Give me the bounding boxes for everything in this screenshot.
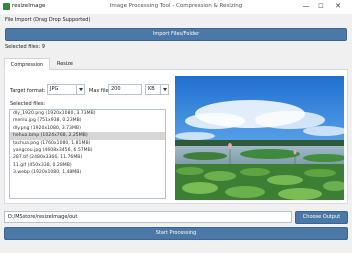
size-unit-select[interactable]: KB [145,84,169,95]
list-item[interactable]: dly_1920.png (1920x1080, 3.73MB) [10,110,165,117]
close-button[interactable]: ✕ [332,1,344,12]
chevron-down-icon [160,85,168,94]
lotus-pond-image [175,76,344,200]
tab-resize[interactable]: Resize [50,58,80,70]
list-item[interactable]: dly.png (1920x1080, 3.73MB) [10,125,165,132]
selected-files-count: Selected files: 9 [5,44,45,50]
tab-bar: Compression Resize [4,58,348,70]
title-bar: resizeImage Image Processing Tool - Comp… [0,0,352,14]
maximize-button[interactable]: ☐ [315,1,327,12]
list-item[interactable]: yangcou.jpg (4608x3456, 6.57MB) [10,147,165,154]
file-list[interactable]: dly_1920.png (1920x1080, 3.73MB) menlu.j… [9,109,166,199]
chevron-down-icon [76,85,84,94]
minimize-button[interactable]: — [300,1,312,12]
list-item[interactable]: 287.tif (2480x3366, 11.76MB) [10,154,165,161]
file-import-label: File Import (Drag Drop Supported) [5,17,91,23]
size-unit-value: KB [148,86,155,92]
image-preview [175,76,344,200]
target-format-value: JPG [50,86,59,92]
start-processing-button[interactable]: Start Processing [4,227,348,240]
list-item[interactable]: menlu.jpg (751x938, 0.23MB) [10,117,165,124]
max-size-input[interactable]: 200 [108,84,142,95]
output-path-field[interactable]: D:/MSstore/resizeImage/out [4,211,292,223]
target-format-label: Target format: [10,88,46,94]
choose-output-button[interactable]: Choose Output [295,211,348,224]
target-format-select[interactable]: JPG [47,84,85,95]
import-files-button[interactable]: Import Files/Folder [5,28,347,41]
list-item[interactable]: tachua.png (1760x1080, 1.81MB) [10,140,165,147]
list-item[interactable]: 3.webp (1920x1080, 1.48MB) [10,169,165,176]
list-item-selected[interactable]: hehua.bmp (1024x768, 2.25MB) [10,132,165,140]
selected-files-label: Selected files: [10,101,46,107]
tab-compression[interactable]: Compression [4,58,50,70]
list-item[interactable]: 11.gif (450x338, 0.28MB) [10,162,165,169]
